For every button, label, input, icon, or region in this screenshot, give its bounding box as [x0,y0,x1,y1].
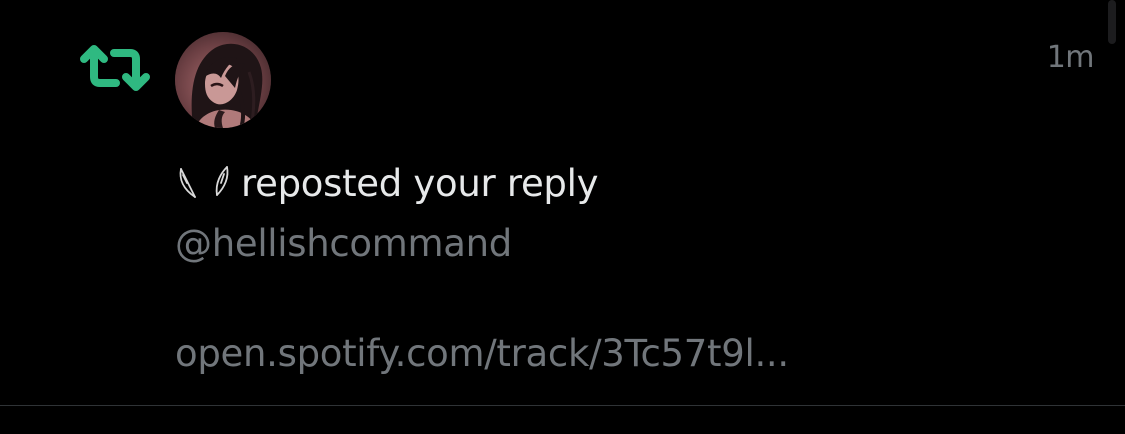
notification-action-text: reposted your reply [241,161,599,205]
notification-item[interactable]: 1m reposted your reply @hellishcommand o… [0,0,1125,405]
repost-icon [78,43,152,93]
anime-character-avatar [175,32,271,128]
scrollbar[interactable] [1108,0,1116,44]
reply-link-text[interactable]: open.spotify.com/track/3Tc57t9l... [175,332,789,375]
replied-to-handle[interactable]: @hellishcommand [175,222,512,265]
notification-headline: reposted your reply [175,158,598,208]
divider [0,405,1125,406]
avatar[interactable] [175,32,271,128]
angel-wings-icon[interactable] [175,165,235,201]
timestamp: 1m [1046,40,1095,75]
